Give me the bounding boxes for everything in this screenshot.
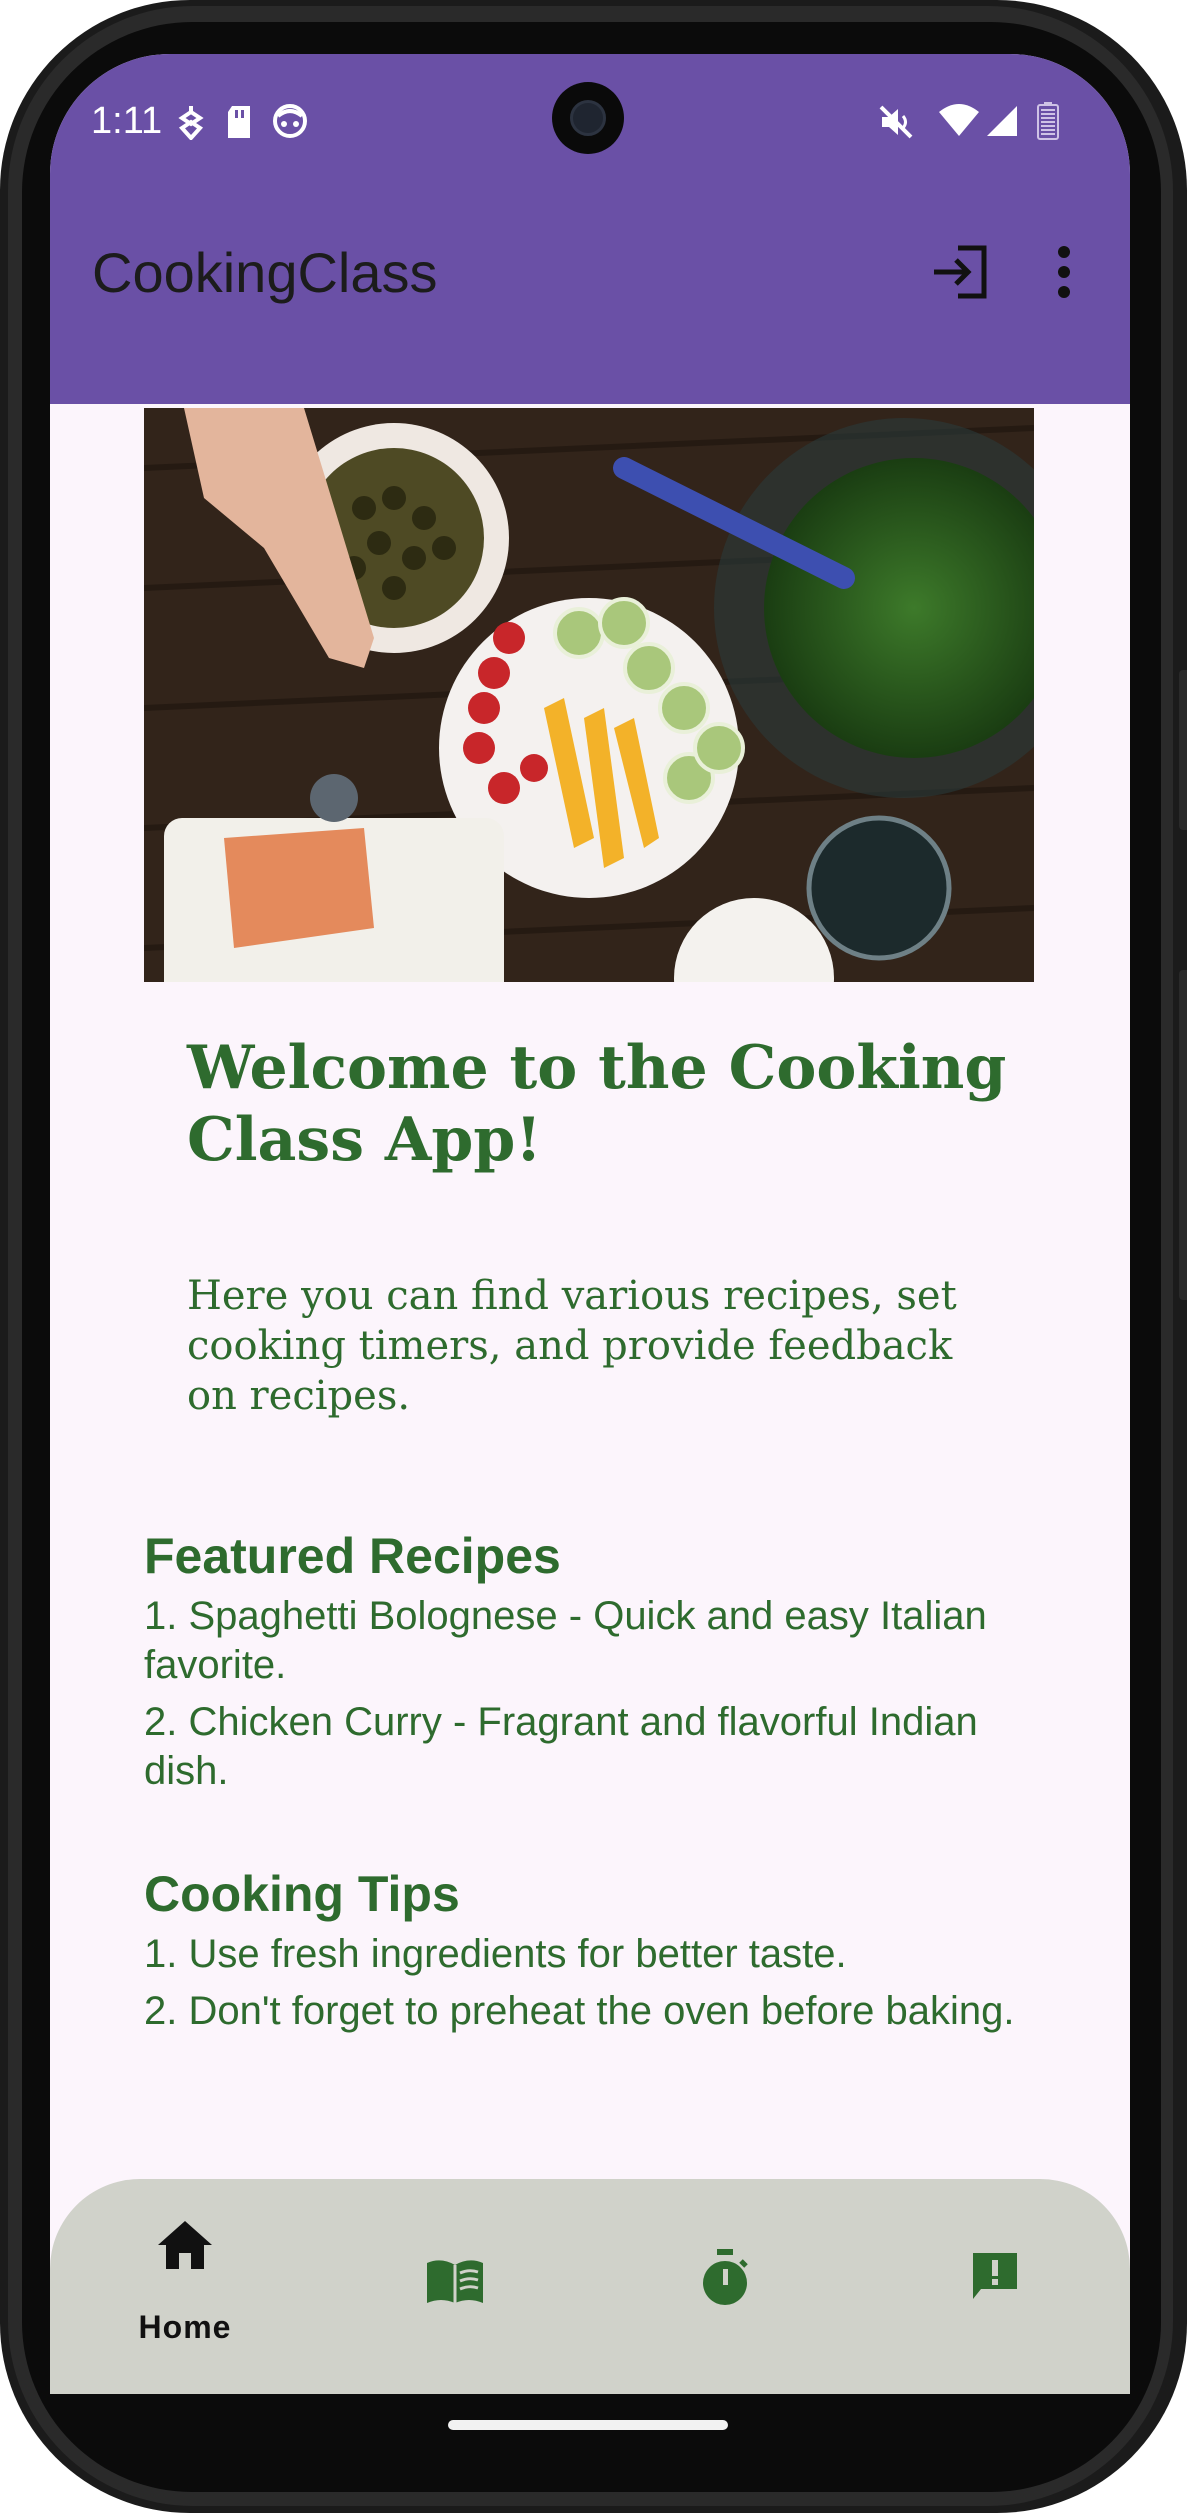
- battery-icon: [1037, 102, 1059, 140]
- nav-item-timer[interactable]: [590, 2179, 860, 2394]
- nav-item-home[interactable]: Home: [50, 2179, 320, 2394]
- app-title: CookingClass: [92, 241, 438, 304]
- more-vert-icon[interactable]: [1054, 244, 1074, 300]
- login-icon[interactable]: [930, 244, 990, 300]
- front-camera: [552, 82, 624, 154]
- home-gesture-bar[interactable]: [448, 2420, 728, 2430]
- cooking-tip-item: 1. Use fresh ingredients for better tast…: [144, 1932, 847, 1976]
- nav-item-feedback[interactable]: [860, 2179, 1130, 2394]
- food-table-illustration: [144, 408, 1034, 982]
- welcome-title: Welcome to the Cooking Class App!: [187, 1033, 1007, 1175]
- featured-recipe-item: 1. Spaghetti Bolognese - Quick and easy …: [144, 1594, 987, 1687]
- nav-label-home: Home: [138, 2309, 232, 2345]
- nav-item-recipes[interactable]: [320, 2179, 590, 2394]
- power-button: [1179, 970, 1187, 1300]
- hero-food-image: [144, 408, 1034, 982]
- mute-icon: [879, 105, 913, 139]
- screen: 1:11 CookingClass Welcome to the Cooking…: [50, 54, 1130, 2394]
- cooking-tip-item: 2. Don't forget to preheat the oven befo…: [144, 1989, 1015, 2033]
- home-icon: [158, 2221, 212, 2269]
- notification-icon: [178, 106, 204, 140]
- status-bar: 1:11: [50, 54, 1130, 174]
- signal-icon: [987, 106, 1017, 136]
- status-time: 1:11: [91, 100, 163, 142]
- featured-recipe-item: 2. Chicken Curry - Fragrant and flavorfu…: [144, 1700, 978, 1793]
- sd-card-icon: [228, 106, 250, 138]
- intro-text: Here you can find various recipes, set c…: [187, 1273, 957, 1419]
- phone-frame: 1:11 CookingClass Welcome to the Cooking…: [0, 0, 1187, 2513]
- cooking-tips-title: Cooking Tips: [144, 1866, 460, 1922]
- face-icon: [273, 104, 307, 138]
- bottom-navigation: Home: [50, 2179, 1130, 2394]
- timer-icon: [703, 2249, 748, 2305]
- volume-button: [1179, 670, 1187, 830]
- featured-recipes-title: Featured Recipes: [144, 1528, 561, 1584]
- feedback-icon: [973, 2253, 1017, 2299]
- wifi-icon: [939, 104, 979, 136]
- book-icon: [427, 2260, 483, 2303]
